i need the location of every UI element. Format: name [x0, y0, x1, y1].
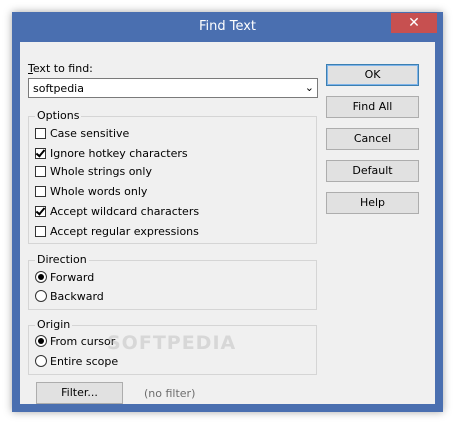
direction-group: Direction Forward Backward [28, 253, 317, 310]
watermark: SOFTPEDIA [107, 332, 237, 354]
checkbox[interactable] [35, 148, 46, 159]
radio-button[interactable] [35, 355, 47, 367]
option-whole-words-only[interactable]: Whole words only [35, 184, 147, 200]
ok-button[interactable]: OK [326, 64, 419, 86]
help-button[interactable]: Help [326, 192, 419, 214]
origin-group-title: Origin [35, 318, 73, 331]
option-ignore-hotkey-characters[interactable]: Ignore hotkey characters [35, 146, 188, 162]
option-whole-strings-only[interactable]: Whole strings only [35, 164, 152, 180]
cancel-button[interactable]: Cancel [326, 128, 419, 150]
checkbox[interactable] [35, 206, 46, 217]
option-accept-regular-expressions[interactable]: Accept regular expressions [35, 224, 199, 240]
checkbox[interactable] [35, 226, 46, 237]
close-icon: ✕ [408, 15, 420, 31]
checkbox[interactable] [35, 128, 46, 139]
text-to-find-value: softpedia [33, 82, 84, 95]
find-text-window: Find Text ✕ Text to find: softpedia ⌄ Op… [12, 12, 443, 412]
text-to-find-combobox[interactable]: softpedia ⌄ [28, 78, 318, 98]
options-group: Options Case sensitive Ignore hotkey cha… [28, 109, 317, 244]
direction-group-title: Direction [35, 253, 89, 266]
options-group-title: Options [35, 109, 82, 122]
text-to-find-label: Text to find: [28, 62, 93, 75]
chevron-down-icon[interactable]: ⌄ [305, 81, 314, 94]
checkbox[interactable] [35, 186, 46, 197]
default-button[interactable]: Default [326, 160, 419, 182]
dialog-body: Text to find: softpedia ⌄ Options Case s… [20, 42, 435, 404]
radio-button[interactable] [35, 335, 47, 347]
origin-from-cursor[interactable]: From cursor [35, 334, 115, 350]
direction-forward[interactable]: Forward [35, 270, 94, 286]
window-title: Find Text [198, 19, 257, 34]
radio-button[interactable] [35, 290, 47, 302]
direction-backward[interactable]: Backward [35, 289, 104, 305]
filter-status: (no filter) [144, 387, 196, 400]
option-case-sensitive[interactable]: Case sensitive [35, 126, 129, 142]
title-bar[interactable]: Find Text ✕ [12, 12, 443, 42]
checkbox[interactable] [35, 166, 46, 177]
find-all-button[interactable]: Find All [326, 96, 419, 118]
option-accept-wildcard-characters[interactable]: Accept wildcard characters [35, 204, 199, 220]
origin-entire-scope[interactable]: Entire scope [35, 354, 118, 370]
filter-button[interactable]: Filter... [36, 382, 123, 404]
radio-button[interactable] [35, 271, 47, 283]
close-button[interactable]: ✕ [391, 13, 437, 33]
